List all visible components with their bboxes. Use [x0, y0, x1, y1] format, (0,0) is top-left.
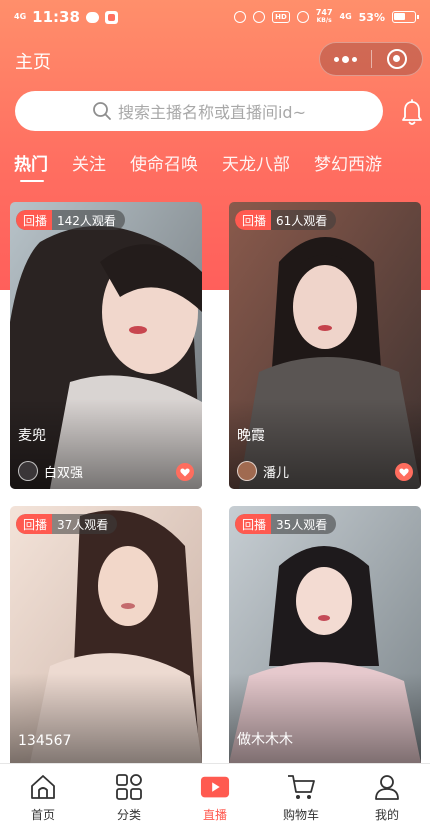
bell-icon[interactable] [400, 99, 424, 127]
tab-hot[interactable]: 热门 [14, 150, 48, 182]
replay-label: 回播 [16, 514, 53, 534]
more-menu-button[interactable] [320, 42, 371, 76]
bottom-navigation: 首页 分类 直播 购物车 我的 [0, 763, 430, 827]
search-icon [93, 102, 111, 120]
category-tabs: 热门 关注 使命召唤 天龙八部 梦幻西游 [0, 150, 430, 190]
host-info: 潘儿 [237, 461, 289, 481]
network-indicator: 4G [14, 12, 27, 21]
host-name: 白双强 [44, 465, 84, 481]
nav-item-home[interactable]: 首页 [0, 764, 86, 827]
close-miniprogram-button[interactable] [371, 42, 422, 76]
headphones-icon [253, 11, 266, 23]
battery-icon [392, 11, 419, 23]
viewer-count: 61人观看 [276, 213, 328, 228]
replay-label: 回播 [16, 210, 53, 230]
viewer-badge: 回播 37人观看 [16, 514, 118, 534]
tab-fantasy-westward[interactable]: 梦幻西游 [314, 150, 382, 175]
stream-title: 晚霞 [237, 428, 265, 444]
nav-label: 购物车 [282, 808, 319, 822]
nav-item-cart[interactable]: 购物车 [258, 764, 344, 827]
stream-title: 麦兜 [18, 428, 46, 444]
like-button[interactable] [176, 463, 194, 481]
host-name: 潘儿 [263, 465, 290, 481]
tab-call-of-duty[interactable]: 使命召唤 [130, 150, 198, 175]
target-circle-icon [386, 49, 407, 69]
nav-label: 分类 [116, 808, 141, 822]
heart-icon [180, 467, 190, 476]
like-button[interactable] [395, 463, 413, 481]
app-header: 主页 [0, 40, 430, 80]
location-icon [234, 11, 247, 23]
network-speed: 747 KB/s [315, 8, 333, 25]
nav-item-category[interactable]: 分类 [86, 764, 172, 827]
replay-label: 回播 [235, 514, 272, 534]
avatar [18, 461, 38, 481]
status-time: 11:38 [32, 8, 80, 26]
card-shade [10, 673, 202, 763]
status-bar: 4G 11:38 HD 747 KB/s 4G 53% [0, 0, 430, 34]
tab-tianlong[interactable]: 天龙八部 [222, 150, 290, 175]
stream-title: 做木木木 [237, 732, 293, 748]
message-bubble-icon [85, 11, 99, 23]
stream-card[interactable]: 回播 37人观看 134567 [10, 506, 202, 763]
dot-icon [341, 55, 349, 63]
viewer-badge: 回播 35人观看 [235, 514, 337, 534]
viewer-badge: 回播 142人观看 [16, 210, 125, 230]
replay-label: 回播 [235, 210, 272, 230]
host-info: 白双强 [18, 461, 83, 481]
search-placeholder: 搜索主播名称或直播间id~ [117, 103, 306, 122]
user-icon [372, 772, 402, 802]
stream-card[interactable]: 回播 142人观看 麦兜 白双强 [10, 202, 202, 489]
avatar [237, 461, 257, 481]
search-input[interactable]: 搜索主播名称或直播间id~ [15, 91, 383, 131]
live-video-icon [200, 772, 230, 802]
viewer-badge: 回播 61人观看 [235, 210, 337, 230]
viewer-count: 142人观看 [57, 213, 116, 228]
dot-icon [333, 56, 339, 62]
card-shade [229, 673, 421, 763]
viewer-count: 37人观看 [57, 517, 109, 532]
stream-card[interactable]: 回播 61人观看 晚霞 潘儿 [229, 202, 421, 489]
dot-icon [351, 56, 357, 62]
cart-icon [286, 772, 316, 802]
stream-card[interactable]: 回播 35人观看 做木木木 [229, 506, 421, 763]
hd-badge: HD [272, 11, 290, 23]
nav-item-live[interactable]: 直播 [172, 764, 258, 827]
app-notification-icon [104, 10, 118, 24]
nav-label: 直播 [202, 808, 227, 822]
tab-follow[interactable]: 关注 [72, 150, 106, 175]
page-title: 主页 [15, 52, 51, 73]
stream-title: 134567 [18, 733, 72, 749]
nav-label: 首页 [30, 808, 55, 822]
viewer-count: 35人观看 [276, 517, 328, 532]
home-icon [28, 772, 58, 802]
grid-icon [114, 772, 144, 802]
nav-item-profile[interactable]: 我的 [344, 764, 430, 827]
nav-label: 我的 [374, 808, 399, 822]
alarm-icon [296, 11, 309, 23]
miniprogram-capsule [319, 42, 423, 76]
signal-label: 4G [339, 12, 352, 21]
heart-icon [399, 467, 409, 476]
battery-percent: 53% [358, 10, 385, 24]
